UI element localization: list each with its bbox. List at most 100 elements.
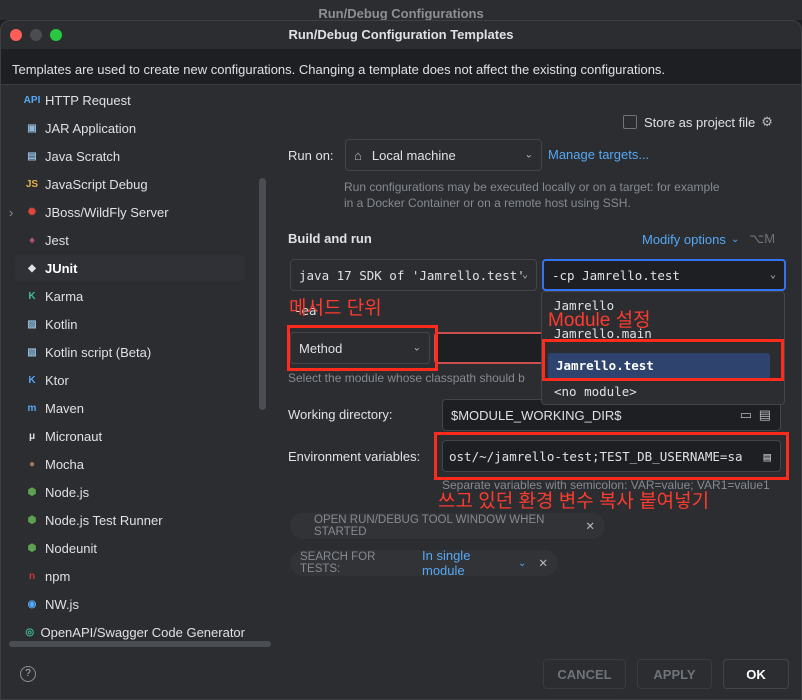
- document-icon[interactable]: ▤: [759, 407, 771, 423]
- sidebar-item[interactable]: m Maven: [15, 395, 245, 421]
- home-icon: ⌂: [354, 147, 362, 163]
- cancel-button[interactable]: CANCEL: [543, 659, 626, 689]
- jdk-select[interactable]: java 17 SDK of 'Jamrello.test' ⌄: [290, 259, 537, 291]
- method-field[interactable]: [434, 332, 544, 364]
- store-as-project-file[interactable]: Store as project file ⚙: [623, 114, 773, 130]
- jboss-icon: ✺: [27, 206, 37, 218]
- sidebar-item-label: Micronaut: [45, 428, 103, 444]
- classpath-value: -cp Jamrello.test: [552, 267, 680, 283]
- npm-icon: n: [28, 570, 36, 582]
- modify-options-label: Modify options: [642, 231, 726, 247]
- ok-button[interactable]: OK: [723, 659, 789, 689]
- karma-icon: K: [28, 290, 36, 302]
- template-list: API HTTP Request ▣ JAR Application ▤ Java Scr…: [1, 85, 269, 663]
- sidebar-item-label: Karma: [45, 288, 84, 304]
- window-title: Run/Debug Configuration Templates: [288, 27, 514, 42]
- classpath-module-select[interactable]: -cp Jamrello.test ⌄: [542, 259, 786, 291]
- close-icon[interactable]: ✕: [585, 519, 595, 533]
- run-on-hint: Run configurations may be executed local…: [344, 180, 720, 210]
- annotation-module: Module 설정: [548, 310, 651, 331]
- sidebar-item[interactable]: ▣ JAR Application: [15, 115, 245, 141]
- sidebar-horizontal-scrollbar[interactable]: [9, 641, 271, 647]
- sidebar-item[interactable]: ⬢ Node.js: [15, 479, 245, 505]
- sidebar-item[interactable]: ◉ NW.js: [15, 591, 245, 617]
- nwjs-icon: ◉: [27, 598, 37, 610]
- titlebar: Run/Debug Configuration Templates: [1, 21, 801, 49]
- sidebar-item[interactable]: ◆ JUnit: [15, 255, 245, 281]
- nodejs-icon: ⬢: [27, 486, 37, 498]
- sidebar-item[interactable]: ⬢ Nodeunit: [15, 535, 245, 561]
- sidebar-item-label: Node.js: [45, 484, 90, 500]
- build-and-run-heading: Build and run: [288, 231, 372, 246]
- jar-icon: ▣: [27, 122, 37, 134]
- run-on-value: Local machine: [371, 147, 456, 163]
- sidebar-item[interactable]: › ✺ JBoss/WildFly Server: [9, 199, 245, 225]
- annotation-box-method: [287, 325, 438, 371]
- search-for-tests-chip[interactable]: SEARCH FOR TESTS: In single module ⌄ ✕: [290, 548, 558, 578]
- modify-shortcut: ⌥M: [749, 231, 776, 246]
- popup-item[interactable]: <no module>: [554, 384, 637, 399]
- sidebar-item[interactable]: ▨ Kotlin: [15, 311, 245, 337]
- working-directory-value: $MODULE_WORKING_DIR$: [451, 407, 622, 423]
- sidebar-item-label: OpenAPI/Swagger Code Generator: [40, 624, 245, 640]
- sidebar-item-label: JAR Application: [45, 120, 137, 136]
- sidebar-item-label: Kotlin: [45, 316, 78, 332]
- chevron-down-icon: ⌄: [524, 149, 533, 161]
- sidebar-item-label: Nodeunit: [45, 540, 98, 556]
- sidebar-item[interactable]: n npm: [15, 563, 245, 589]
- modify-options-link[interactable]: Modify options ⌄ ⌥M: [642, 231, 775, 247]
- micronaut-icon: μ: [28, 430, 36, 442]
- sidebar-item[interactable]: K Ktor: [15, 367, 245, 393]
- mocha-icon: ●: [28, 458, 36, 470]
- sidebar-item[interactable]: API HTTP Request: [15, 87, 245, 113]
- api-icon: API: [23, 94, 41, 106]
- sidebar-item-label: Ktor: [45, 372, 69, 388]
- chevron-down-icon: ⌄: [517, 557, 527, 569]
- folder-icon[interactable]: ▭: [740, 407, 752, 423]
- environment-variables-label: Environment variables:: [288, 449, 421, 464]
- chevron-down-icon: ⌄: [769, 269, 776, 281]
- search-for-tests-label: SEARCH FOR TESTS:: [300, 551, 376, 575]
- sidebar-item-label: JBoss/WildFly Server: [45, 204, 169, 220]
- sidebar-item[interactable]: ● Mocha: [15, 451, 245, 477]
- store-label: Store as project file: [644, 114, 756, 130]
- sidebar-item[interactable]: JS JavaScript Debug: [15, 171, 245, 197]
- sidebar-item[interactable]: ▧ Kotlin script (Beta): [15, 339, 245, 365]
- maven-icon: m: [27, 402, 37, 414]
- search-for-tests-value: In single module: [422, 548, 471, 578]
- sidebar-item[interactable]: ♠ Jest: [15, 227, 245, 253]
- annotation-box-module: [542, 339, 784, 381]
- manage-targets-link[interactable]: Manage targets...: [548, 147, 649, 162]
- close-icon[interactable]: ✕: [538, 556, 548, 570]
- background-window-titlebar: Run/Debug Configurations: [0, 0, 802, 21]
- chevron-down-icon: ⌄: [730, 233, 740, 245]
- sidebar-item[interactable]: μ Micronaut: [15, 423, 245, 449]
- sidebar-item-label: HTTP Request: [45, 92, 131, 108]
- sidebar-item[interactable]: K Karma: [15, 283, 245, 309]
- sidebar-item-label: Mocha: [45, 456, 85, 472]
- sidebar-vertical-scrollbar[interactable]: [259, 178, 266, 410]
- ktor-icon: K: [28, 374, 36, 386]
- openapi-icon: ◎: [25, 626, 35, 638]
- working-directory-label: Working directory:: [288, 407, 393, 422]
- sidebar-item[interactable]: ▤ Java Scratch: [15, 143, 245, 169]
- annotation-method: 메서드 단위: [289, 298, 382, 319]
- chevron-down-icon: ⌄: [521, 269, 528, 281]
- sidebar-item-label: Kotlin script (Beta): [45, 344, 152, 360]
- jest-icon: ♠: [29, 234, 35, 246]
- sidebar-item[interactable]: ⬢ Node.js Test Runner: [15, 507, 245, 533]
- java-scratch-icon: ▤: [27, 150, 37, 162]
- js-debug-icon: JS: [25, 178, 39, 190]
- expand-chevron-icon[interactable]: ›: [9, 205, 13, 220]
- apply-button[interactable]: APPLY: [637, 659, 712, 689]
- open-tool-window-chip[interactable]: OPEN RUN/DEBUG TOOL WINDOW WHEN STARTED …: [290, 513, 605, 539]
- sidebar-item-label: JavaScript Debug: [45, 176, 148, 192]
- run-on-select[interactable]: ⌂ Local machine ⌄: [345, 139, 542, 171]
- jdk-value: java 17 SDK of 'Jamrello.test': [299, 267, 525, 283]
- help-button[interactable]: ?: [20, 666, 36, 682]
- settings-gear-icon[interactable]: ⚙: [761, 114, 773, 130]
- dialog-window: Run/Debug Configuration Templates Templa…: [0, 20, 802, 700]
- kotlin-icon: ▨: [27, 318, 37, 330]
- store-checkbox[interactable]: [623, 115, 637, 129]
- run-on-label: Run on:: [288, 148, 334, 163]
